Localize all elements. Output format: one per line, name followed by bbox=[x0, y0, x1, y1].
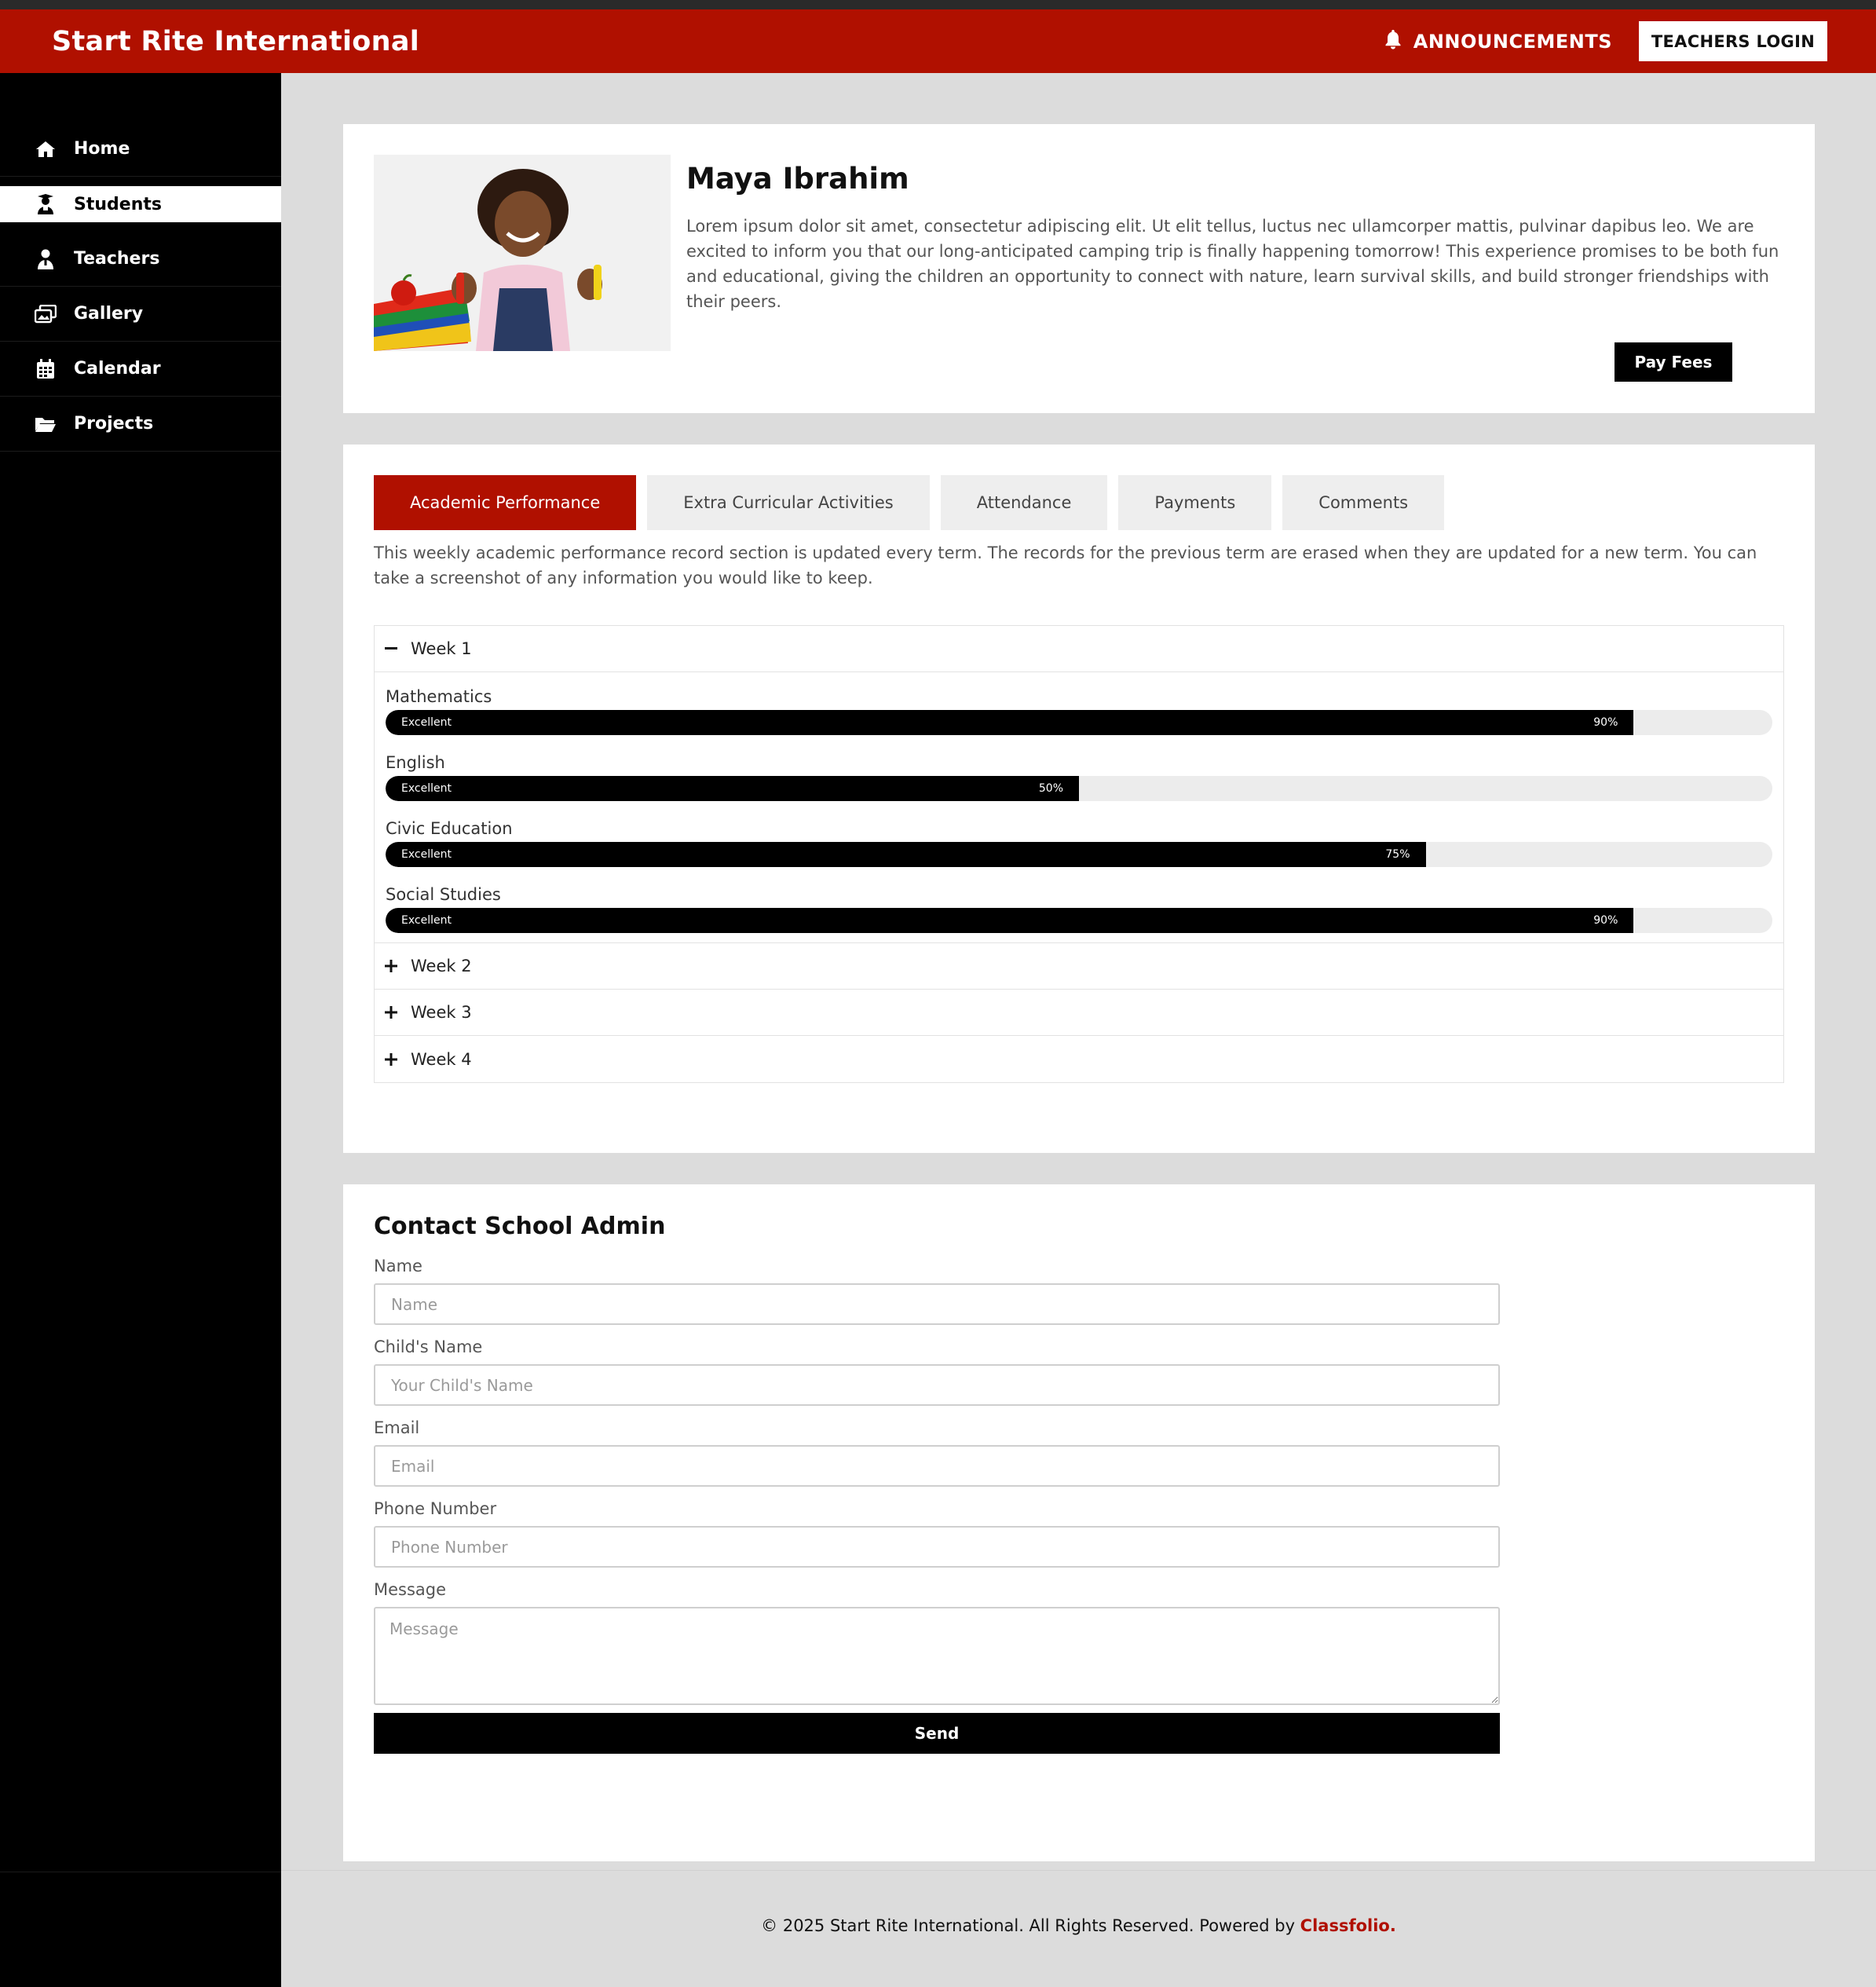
progress-bar: Excellent 90% bbox=[386, 908, 1634, 933]
sidebar-item-label: Home bbox=[74, 139, 130, 159]
accordion-header-week-2[interactable]: Week 2 bbox=[375, 943, 1783, 990]
sidebar-item-label: Students bbox=[74, 194, 162, 214]
week-label: Week 3 bbox=[411, 1003, 472, 1022]
sidebar-item-label: Gallery bbox=[74, 304, 144, 324]
week-label: Week 2 bbox=[411, 957, 472, 975]
subject-name: Social Studies bbox=[386, 885, 501, 904]
tab-academic-performance[interactable]: Academic Performance bbox=[374, 475, 637, 530]
subject-row: Mathematics Excellent 90% bbox=[386, 683, 1772, 735]
grade-label: Excellent bbox=[401, 848, 452, 861]
gallery-icon bbox=[35, 303, 57, 325]
sidebar-item-home[interactable]: Home bbox=[0, 122, 281, 177]
top-bar-actions: ANNOUNCEMENTS TEACHERS LOGIN bbox=[1384, 21, 1827, 61]
progress-track: Excellent 50% bbox=[386, 776, 1772, 801]
student-profile-card: Maya Ibrahim Lorem ipsum dolor sit amet,… bbox=[343, 124, 1815, 413]
sidebar: Home Students Teachers Gallery Calendar bbox=[0, 73, 281, 1987]
progress-track: Excellent 90% bbox=[386, 710, 1772, 735]
sidebar-item-projects[interactable]: Projects bbox=[0, 397, 281, 452]
browser-chrome-strip bbox=[0, 0, 1876, 9]
grade-label: Excellent bbox=[401, 716, 452, 729]
contact-admin-card: Contact School Admin Name Child's Name E… bbox=[343, 1184, 1815, 1861]
tab-comments[interactable]: Comments bbox=[1282, 475, 1445, 530]
week-label: Week 1 bbox=[411, 639, 472, 658]
sidebar-item-students[interactable]: Students bbox=[0, 186, 281, 222]
child-name-input[interactable] bbox=[374, 1364, 1500, 1406]
plus-icon bbox=[384, 960, 398, 972]
subject-name: English bbox=[386, 753, 445, 772]
calendar-icon bbox=[35, 358, 57, 380]
progress-track: Excellent 75% bbox=[386, 842, 1772, 867]
name-label: Name bbox=[374, 1257, 422, 1275]
subject-row: Civic Education Excellent 75% bbox=[386, 815, 1772, 867]
grade-label: Excellent bbox=[401, 914, 452, 927]
academic-performance-card: Academic Performance Extra Curricular Ac… bbox=[343, 445, 1815, 1153]
subject-name: Mathematics bbox=[386, 687, 492, 706]
sidebar-item-label: Teachers bbox=[74, 249, 160, 269]
message-label: Message bbox=[374, 1580, 447, 1599]
student-tabs: Academic Performance Extra Curricular Ac… bbox=[374, 475, 1445, 530]
name-input[interactable] bbox=[374, 1283, 1500, 1325]
bell-icon bbox=[1384, 28, 1402, 55]
footer-copyright: © 2025 Start Rite International. All Rig… bbox=[761, 1916, 1300, 1935]
week-label: Week 4 bbox=[411, 1049, 472, 1069]
email-input[interactable] bbox=[374, 1445, 1500, 1487]
contact-title: Contact School Admin bbox=[374, 1213, 666, 1240]
progress-bar: Excellent 90% bbox=[386, 710, 1634, 735]
subject-row: English Excellent 50% bbox=[386, 749, 1772, 801]
announcements-label: ANNOUNCEMENTS bbox=[1413, 30, 1612, 53]
percent-label: 90% bbox=[1593, 914, 1618, 927]
message-textarea[interactable] bbox=[374, 1607, 1500, 1705]
email-label: Email bbox=[374, 1418, 420, 1437]
footer: © 2025 Start Rite International. All Rig… bbox=[281, 1916, 1876, 1935]
top-bar: Start Rite International ANNOUNCEMENTS T… bbox=[0, 9, 1876, 73]
progress-bar: Excellent 75% bbox=[386, 842, 1426, 867]
pay-fees-button[interactable]: Pay Fees bbox=[1615, 342, 1732, 382]
student-photo bbox=[374, 155, 671, 351]
sidebar-item-label: Calendar bbox=[74, 359, 161, 379]
progress-track: Excellent 90% bbox=[386, 908, 1772, 933]
progress-bar: Excellent 50% bbox=[386, 776, 1079, 801]
folder-icon bbox=[35, 413, 57, 435]
contact-form: Name Child's Name Email Phone Number Mes… bbox=[374, 1255, 1500, 1754]
student-name: Maya Ibrahim bbox=[686, 162, 909, 196]
sidebar-item-calendar[interactable]: Calendar bbox=[0, 342, 281, 397]
classfolio-link[interactable]: Classfolio. bbox=[1300, 1916, 1396, 1935]
child-name-label: Child's Name bbox=[374, 1337, 483, 1356]
phone-input[interactable] bbox=[374, 1526, 1500, 1568]
teachers-login-button[interactable]: TEACHERS LOGIN bbox=[1639, 21, 1827, 61]
student-bio: Lorem ipsum dolor sit amet, consectetur … bbox=[686, 217, 1779, 311]
accordion-body-week-1: Mathematics Excellent 90% English Excell… bbox=[375, 672, 1783, 943]
sidebar-item-teachers[interactable]: Teachers bbox=[0, 232, 281, 287]
percent-label: 90% bbox=[1593, 716, 1618, 729]
send-button[interactable]: Send bbox=[374, 1713, 1500, 1754]
weeks-accordion: Week 1 Mathematics Excellent 90% English… bbox=[374, 625, 1784, 1083]
student-icon bbox=[35, 193, 57, 215]
percent-label: 50% bbox=[1038, 782, 1063, 795]
percent-label: 75% bbox=[1385, 848, 1410, 861]
plus-icon bbox=[384, 1006, 398, 1019]
accordion-header-week-4[interactable]: Week 4 bbox=[375, 1036, 1783, 1082]
plus-icon bbox=[384, 1052, 398, 1066]
announcements-link[interactable]: ANNOUNCEMENTS bbox=[1384, 28, 1612, 55]
sidebar-item-label: Projects bbox=[74, 414, 154, 434]
accordion-header-week-1[interactable]: Week 1 bbox=[375, 626, 1783, 672]
tab-attendance[interactable]: Attendance bbox=[940, 475, 1108, 530]
minus-icon bbox=[384, 647, 398, 650]
teacher-icon bbox=[35, 248, 57, 270]
grade-label: Excellent bbox=[401, 782, 452, 795]
performance-note: This weekly academic performance record … bbox=[374, 543, 1757, 587]
home-icon bbox=[35, 138, 57, 160]
sidebar-nav: Home Students Teachers Gallery Calendar bbox=[0, 122, 281, 452]
subject-row: Social Studies Excellent 90% bbox=[386, 881, 1772, 933]
tab-payments[interactable]: Payments bbox=[1118, 475, 1272, 530]
tab-extra-curricular-activities[interactable]: Extra Curricular Activities bbox=[647, 475, 930, 530]
subject-name: Civic Education bbox=[386, 819, 513, 838]
accordion-header-week-3[interactable]: Week 3 bbox=[375, 990, 1783, 1036]
site-brand[interactable]: Start Rite International bbox=[52, 26, 419, 57]
footer-divider bbox=[281, 1870, 1876, 1871]
sidebar-item-gallery[interactable]: Gallery bbox=[0, 287, 281, 342]
phone-label: Phone Number bbox=[374, 1499, 497, 1518]
